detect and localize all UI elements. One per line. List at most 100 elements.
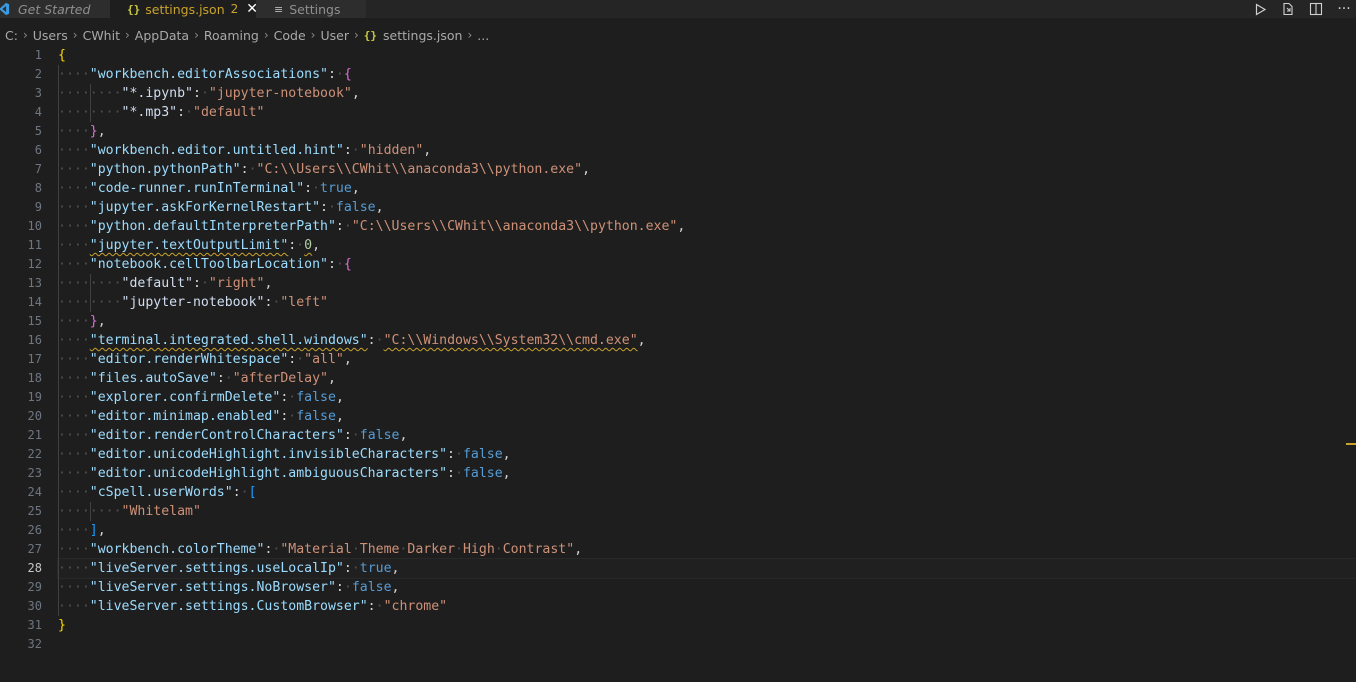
json-file-icon: {} <box>363 28 378 42</box>
code-line[interactable]: ········"*.mp3":·"default" <box>58 103 1356 122</box>
overview-ruler-marker <box>1346 443 1356 445</box>
breadcrumb-item[interactable]: Code <box>274 28 306 43</box>
code-line[interactable]: ········"default":·"right", <box>58 274 1356 293</box>
code-line[interactable]: } <box>58 616 1356 635</box>
line-number: 25 <box>27 504 42 518</box>
code-line[interactable]: ····"explorer.confirmDelete":·false, <box>58 388 1356 407</box>
code-line[interactable]: ····"notebook.cellToolbarLocation":·{ <box>58 255 1356 274</box>
line-number: 27 <box>27 542 42 556</box>
indent-guide <box>89 274 91 312</box>
code-line[interactable]: ····"jupyter.textOutputLimit":·0, <box>58 236 1356 255</box>
split-editor-icon <box>1309 2 1323 16</box>
chevron-right-icon: › <box>263 28 269 42</box>
code-line[interactable]: ····"editor.renderControlCharacters":·fa… <box>58 426 1356 445</box>
code-line[interactable]: ····}, <box>58 122 1356 141</box>
code-line[interactable]: ····"code-runner.runInTerminal":·true, <box>58 179 1356 198</box>
chevron-right-icon: › <box>194 28 199 42</box>
line-number: 4 <box>34 105 42 119</box>
chevron-right-icon: › <box>467 28 473 42</box>
code-line[interactable]: ····"editor.unicodeHighlight.ambiguousCh… <box>58 464 1356 483</box>
line-number: 28 <box>27 561 42 575</box>
line-number: 22 <box>27 447 42 461</box>
breadcrumb-item[interactable]: ... <box>477 28 489 43</box>
line-number: 8 <box>34 181 42 195</box>
line-number: 10 <box>27 219 42 233</box>
split-editor-button[interactable] <box>1308 1 1324 17</box>
line-number: 13 <box>27 276 42 290</box>
line-number-gutter: 1 2 3 4 5 6 7 8 9 10 11 12 13 14 15 16 17 18 19 20 21 22 23 24 2… <box>0 46 42 654</box>
line-number: 7 <box>34 162 42 176</box>
line-number: 12 <box>27 257 42 271</box>
line-number: 32 <box>27 637 42 651</box>
tab-label-settings: Settings <box>289 1 341 17</box>
breadcrumb-item[interactable]: AppData <box>135 28 189 43</box>
line-number: 23 <box>27 466 42 480</box>
breadcrumb-item[interactable]: User <box>320 28 349 43</box>
code-line[interactable]: ····"workbench.colorTheme":·"Material·Th… <box>58 540 1356 559</box>
chevron-right-icon: › <box>72 28 78 42</box>
code-line[interactable]: ····], <box>58 521 1356 540</box>
line-number: 24 <box>27 485 42 499</box>
tab-get-started[interactable]: Get Started <box>0 0 110 18</box>
json-file-icon: {} <box>127 2 141 16</box>
code-line[interactable]: ····"liveServer.settings.CustomBrowser":… <box>58 597 1356 616</box>
more-actions-button[interactable]: ··· <box>1336 1 1352 17</box>
breadcrumb: C: › Users › CWhit › AppData › Roaming ›… <box>0 26 489 44</box>
breadcrumb-item[interactable]: settings.json <box>383 28 462 43</box>
code-line[interactable]: ····"terminal.integrated.shell.windows":… <box>58 331 1356 350</box>
code-line[interactable]: ····"liveServer.settings.NoBrowser":·fal… <box>58 578 1356 597</box>
code-line[interactable]: ····"python.pythonPath":·"C:\\Users\\CWh… <box>58 160 1356 179</box>
editor-actions: ··· <box>1252 0 1352 18</box>
editor-text-area[interactable]: {····"workbench.editorAssociations":·{··… <box>57 46 1356 654</box>
tab-settings[interactable]: ≡ Settings <box>256 0 366 18</box>
code-line[interactable]: ····"liveServer.settings.useLocalIp":·tr… <box>57 558 1356 579</box>
breadcrumb-item[interactable]: C: <box>5 28 18 43</box>
line-number: 26 <box>27 523 42 537</box>
breadcrumb-item[interactable]: Roaming <box>204 28 259 43</box>
breadcrumb-item[interactable]: CWhit <box>83 28 120 43</box>
code-line[interactable]: ····"editor.unicodeHighlight.invisibleCh… <box>58 445 1356 464</box>
code-line[interactable] <box>58 635 1356 654</box>
problems-count-badge: 2 <box>230 2 239 16</box>
chevron-right-icon: › <box>22 28 28 42</box>
code-line[interactable]: ····"editor.renderWhitespace":·"all", <box>58 350 1356 369</box>
line-number: 9 <box>34 200 42 214</box>
tab-settings-json[interactable]: {} settings.json 2 ✕ <box>110 0 258 19</box>
line-number: 19 <box>27 390 42 404</box>
breadcrumb-item[interactable]: Users <box>33 28 68 43</box>
line-number: 16 <box>27 333 42 347</box>
tab-bar: Get Started {} settings.json 2 ✕ ≡ Setti… <box>0 0 1356 19</box>
line-number: 15 <box>27 314 42 328</box>
code-line[interactable]: ········"*.ipynb":·"jupyter-notebook", <box>58 84 1356 103</box>
line-number: 30 <box>27 599 42 613</box>
code-line[interactable]: ····"files.autoSave":·"afterDelay", <box>58 369 1356 388</box>
tab-label-get-started: Get Started <box>18 1 91 17</box>
line-number: 18 <box>27 371 42 385</box>
line-number: 5 <box>34 124 42 138</box>
tab-label-settings-json: settings.json <box>145 1 225 17</box>
code-line[interactable]: ····"cSpell.userWords":·[ <box>58 483 1356 502</box>
run-button[interactable] <box>1252 1 1268 17</box>
line-number: 20 <box>27 409 42 423</box>
chevron-right-icon: › <box>310 28 316 42</box>
open-file-icon <box>1283 2 1293 16</box>
chevron-right-icon: › <box>353 28 359 42</box>
vscode-logo-icon <box>0 2 10 16</box>
line-number: 14 <box>27 295 42 309</box>
code-line[interactable]: ····"workbench.editorAssociations":·{ <box>58 65 1356 84</box>
code-line[interactable]: ····"workbench.editor.untitled.hint":·"h… <box>58 141 1356 160</box>
code-line[interactable]: ········"Whitelam" <box>58 502 1356 521</box>
code-line[interactable]: ····"python.defaultInterpreterPath":·"C:… <box>58 217 1356 236</box>
code-line[interactable]: ····"jupyter.askForKernelRestart":·false… <box>58 198 1356 217</box>
line-number: 31 <box>27 618 42 632</box>
code-line[interactable]: ····}, <box>58 312 1356 331</box>
indent-guide <box>89 84 91 122</box>
code-line[interactable]: ········"jupyter-notebook":·"left" <box>58 293 1356 312</box>
open-settings-ui-button[interactable] <box>1280 1 1296 17</box>
settings-file-icon: ≡ <box>274 2 284 16</box>
code-line[interactable]: ····"editor.minimap.enabled":·false, <box>58 407 1356 426</box>
chevron-right-icon: › <box>124 28 130 42</box>
code-line[interactable]: { <box>58 46 1356 65</box>
code-editor[interactable]: 1 2 3 4 5 6 7 8 9 10 11 12 13 14 15 16 17 18 19 20 21 22 23 24 2… <box>0 46 1356 682</box>
indent-guide <box>89 502 91 521</box>
